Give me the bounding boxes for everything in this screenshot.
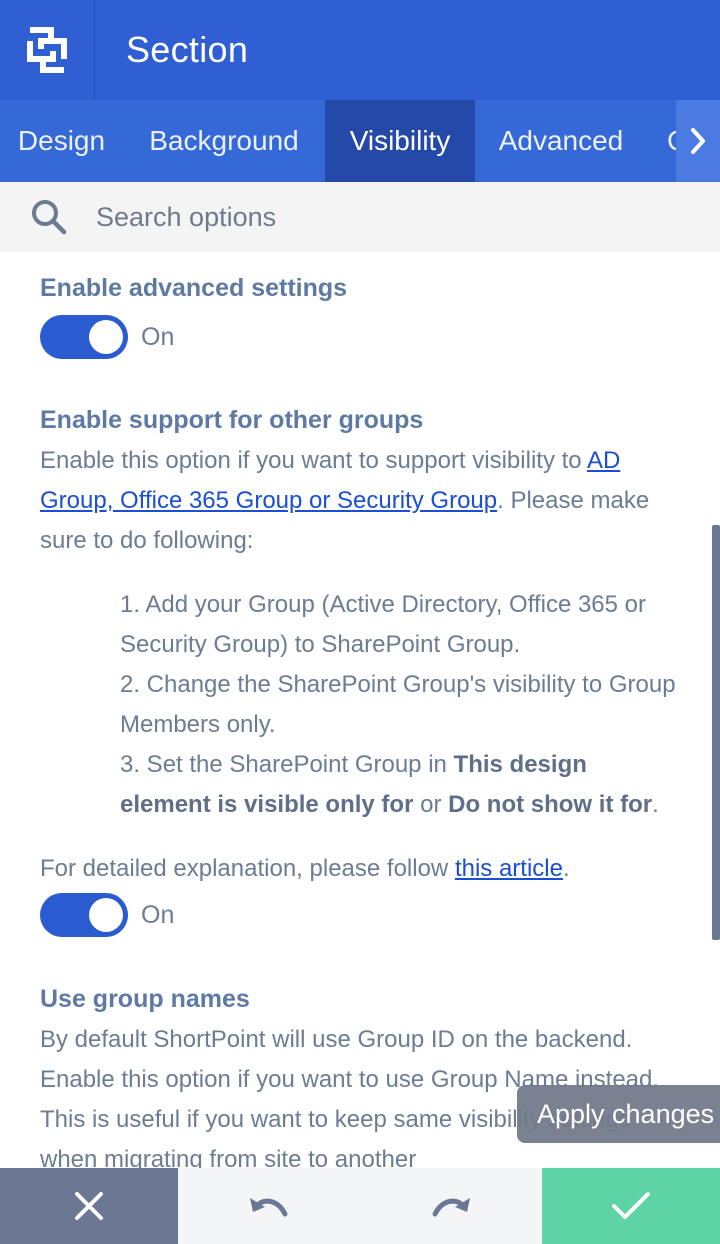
advanced-settings-toggle-row: On <box>40 315 680 359</box>
shortpoint-logo-icon <box>27 27 67 73</box>
group-names-label: Use group names <box>40 985 250 1013</box>
tab-bar: Design Background Visibility Advanced C <box>0 100 720 182</box>
search-bar <box>0 182 720 252</box>
search-input[interactable] <box>96 201 656 233</box>
tab-design[interactable]: Design <box>0 100 123 182</box>
step-text: or <box>413 791 449 818</box>
explanation-suffix: . <box>562 855 570 882</box>
step-text: . <box>652 791 659 818</box>
undo-icon <box>250 1198 288 1217</box>
other-groups-toggle[interactable] <box>40 893 128 937</box>
list-item: 2. Change the SharePoint Group's visibil… <box>120 671 676 738</box>
logo[interactable] <box>0 0 95 100</box>
checkmark-icon <box>612 1192 650 1219</box>
description-text: Enable this option if you want to suppor… <box>40 447 587 474</box>
apply-changes-button[interactable]: Apply changes <box>517 1085 720 1143</box>
page-title: Section <box>126 29 249 70</box>
bottom-toolbar <box>0 1168 720 1244</box>
chevron-right-icon <box>691 128 705 154</box>
toggle-knob <box>89 320 123 354</box>
redo-button[interactable] <box>421 1176 481 1236</box>
history-controls <box>178 1168 542 1244</box>
list-item: 1. Add your Group (Active Directory, Off… <box>120 591 647 658</box>
tab-advanced[interactable]: Advanced <box>475 100 647 182</box>
explanation-prefix: For detailed explanation, please follow <box>40 855 455 882</box>
toggle-knob <box>89 898 123 932</box>
this-article-link[interactable]: this article <box>455 855 563 882</box>
list-item: 3. Set the SharePoint Group in This desi… <box>120 745 680 825</box>
step-text: 3. Set the SharePoint Group in <box>120 751 454 778</box>
other-groups-label: Enable support for other groups <box>40 406 424 434</box>
close-icon <box>75 1192 103 1220</box>
undo-button[interactable] <box>239 1176 299 1236</box>
tabs-scroll-right-button[interactable] <box>676 100 720 182</box>
setup-steps-list: 1. Add your Group (Active Directory, Off… <box>40 585 680 825</box>
settings-panel: Enable advanced settings On Enable suppo… <box>0 252 720 1168</box>
scrollbar[interactable] <box>712 525 720 940</box>
confirm-button[interactable] <box>542 1168 720 1244</box>
search-icon <box>30 198 68 236</box>
other-groups-description: Enable this option if you want to suppor… <box>40 441 680 561</box>
app-header: Section <box>0 0 720 100</box>
advanced-settings-label: Enable advanced settings <box>40 274 348 302</box>
tab-visibility[interactable]: Visibility <box>325 100 475 182</box>
other-groups-toggle-state: On <box>141 900 175 929</box>
advanced-settings-toggle-state: On <box>141 322 175 351</box>
tab-background[interactable]: Background <box>123 100 325 182</box>
other-groups-toggle-row: On <box>40 893 680 937</box>
step-bold-text: Do not show it for <box>448 791 653 818</box>
redo-icon <box>432 1198 470 1217</box>
advanced-settings-toggle[interactable] <box>40 315 128 359</box>
explanation-text: For detailed explanation, please follow … <box>40 849 680 889</box>
close-button[interactable] <box>0 1168 178 1244</box>
